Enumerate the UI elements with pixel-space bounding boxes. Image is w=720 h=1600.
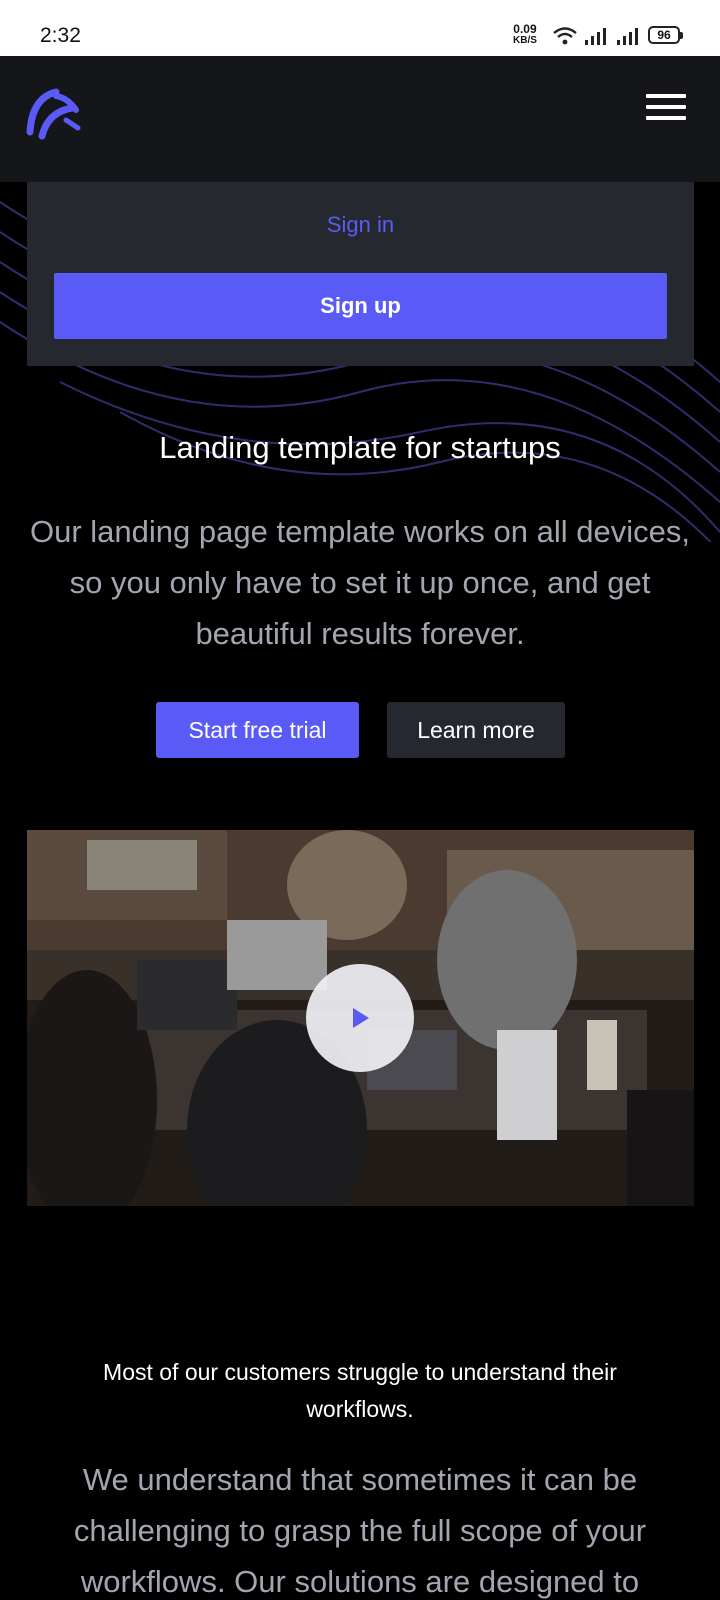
nav-dropdown: Sign in Sign up bbox=[27, 182, 694, 366]
start-free-trial-button[interactable]: Start free trial bbox=[156, 702, 359, 758]
signal-icon-2 bbox=[617, 28, 638, 45]
hero-title: Landing template for startups bbox=[159, 430, 561, 465]
site-header bbox=[0, 56, 720, 182]
sign-in-link[interactable]: Sign in bbox=[27, 212, 694, 238]
hamburger-menu-icon[interactable] bbox=[646, 94, 686, 124]
features-subtitle: We understand that sometimes it can be c… bbox=[73, 1462, 647, 1599]
features-title: Most of our customers struggle to unders… bbox=[103, 1359, 617, 1422]
battery-indicator: 96 bbox=[648, 26, 683, 44]
play-button[interactable] bbox=[306, 964, 414, 1072]
play-icon bbox=[353, 1008, 369, 1028]
logo-icon[interactable] bbox=[26, 86, 82, 142]
network-speed-unit: KB/S bbox=[513, 35, 537, 46]
status-time: 2:32 bbox=[40, 24, 81, 47]
wifi-icon bbox=[553, 27, 577, 45]
network-speed: 0.09 KB/S bbox=[513, 22, 537, 46]
learn-more-button[interactable]: Learn more bbox=[387, 702, 565, 758]
network-speed-value: 0.09 bbox=[513, 22, 537, 36]
status-bar: 2:32 0.09 KB/S 96 bbox=[0, 0, 720, 56]
hero-subtitle: Our landing page template works on all d… bbox=[30, 514, 690, 651]
signal-icon bbox=[585, 28, 606, 45]
sign-up-button[interactable]: Sign up bbox=[54, 273, 667, 339]
video-thumbnail[interactable] bbox=[27, 830, 694, 1206]
